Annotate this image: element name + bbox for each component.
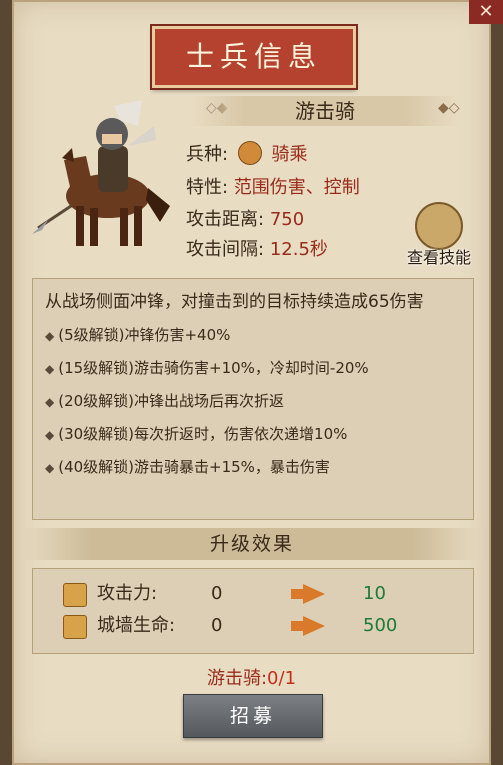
unit-portrait: [28, 96, 178, 256]
unit-type-row: 兵种: 骑乘: [186, 140, 308, 167]
recruit-unit-label: 游击骑:: [206, 668, 268, 689]
unlock-item: ◆ (5级解锁)冲锋伤害+40%: [45, 326, 231, 344]
unit-interval-row: 攻击间隔: 12.5秒: [186, 235, 328, 261]
diamond-bullet-icon: ◆: [45, 329, 55, 343]
sword-icon: [63, 583, 87, 607]
unit-name: 游击骑: [190, 96, 460, 126]
stat-row-attack: 攻击力: 0 10: [33, 580, 473, 608]
recruit-count: 游击骑:0/1: [0, 664, 503, 690]
unit-range-value: 750: [269, 209, 305, 230]
upgrade-section-title: 升级效果: [22, 528, 482, 560]
unit-trait-label: 特性:: [186, 177, 229, 198]
stat-row-wall-hp: 城墙生命: 0 500: [33, 612, 473, 640]
skill-description-main: 从战场侧面冲锋，对撞击到的目标持续造成65伤害: [45, 292, 424, 312]
page-title: 士兵信息: [152, 26, 356, 88]
arrow-right-icon: [303, 584, 325, 604]
unit-interval-value: 12.5秒: [269, 239, 328, 260]
ornament-right-icon: ◆◇: [438, 100, 460, 116]
unit-interval-label: 攻击间隔:: [186, 239, 265, 260]
stat-label: 城墙生命:: [97, 615, 176, 636]
unlock-item: ◆ (30级解锁)每次折返时，伤害依次递增10%: [45, 425, 348, 443]
view-skill-button[interactable]: 查看技能: [394, 202, 484, 267]
unit-trait-value: 范围伤害、控制: [233, 177, 360, 198]
skill-scroll-icon: [415, 202, 463, 250]
wall-icon: [63, 615, 87, 639]
unlock-item: ◆ (20级解锁)冲锋出战场后再次折返: [45, 392, 285, 410]
arrow-right-icon: [303, 616, 325, 636]
unlock-item: ◆ (40级解锁)游击骑暴击+15%，暴击伤害: [45, 458, 330, 476]
skill-description-box[interactable]: 从战场侧面冲锋，对撞击到的目标持续造成65伤害 ◆ (5级解锁)冲锋伤害+40% …: [32, 278, 474, 520]
recruit-count-value: 0/1: [267, 668, 297, 689]
horse-icon: [237, 141, 262, 165]
unit-trait-row: 特性: 范围伤害、控制: [186, 173, 360, 199]
close-icon[interactable]: ✕: [469, 0, 503, 24]
diamond-bullet-icon: ◆: [45, 362, 55, 376]
diamond-bullet-icon: ◆: [45, 428, 55, 442]
view-skill-label: 查看技能: [406, 248, 471, 267]
stat-to-value: 10: [363, 583, 386, 604]
unit-range-row: 攻击距离: 750: [186, 205, 304, 231]
stat-to-value: 500: [363, 615, 398, 636]
unlock-item: ◆ (15级解锁)游击骑伤害+10%，冷却时间-20%: [45, 359, 369, 377]
unit-type-value: 骑乘: [271, 144, 308, 165]
stat-from-value: 0: [211, 615, 223, 636]
recruit-button[interactable]: 招募: [183, 694, 323, 738]
upgrade-stats-box: 攻击力: 0 10 城墙生命: 0 500: [32, 568, 474, 654]
stat-label: 攻击力:: [97, 583, 158, 604]
diamond-bullet-icon: ◆: [45, 395, 55, 409]
diamond-bullet-icon: ◆: [45, 461, 55, 475]
unit-range-label: 攻击距离:: [186, 209, 265, 230]
stat-from-value: 0: [211, 583, 223, 604]
unit-type-label: 兵种:: [186, 144, 229, 165]
